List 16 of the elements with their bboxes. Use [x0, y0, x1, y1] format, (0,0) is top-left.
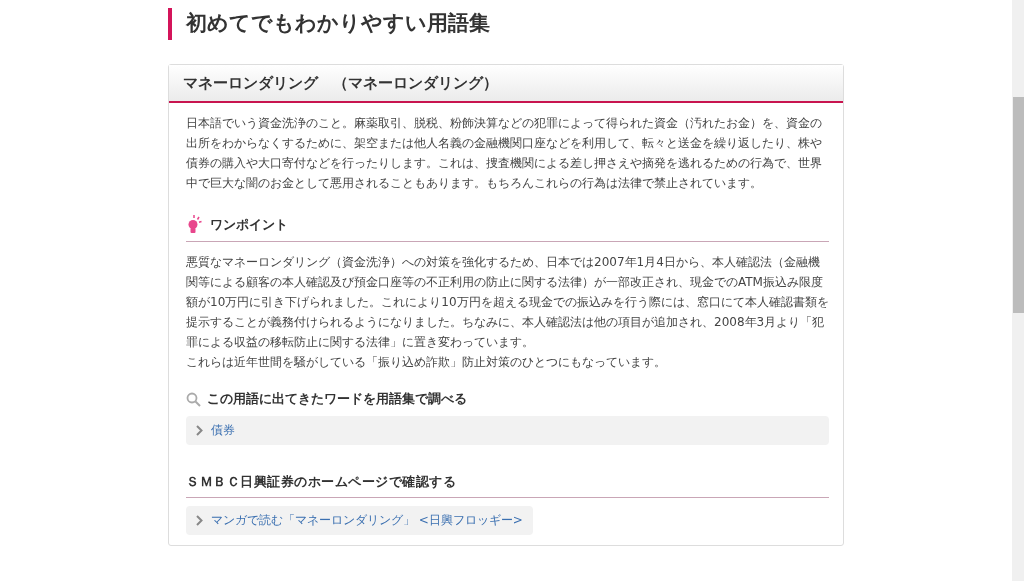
chevron-icon	[196, 425, 203, 436]
related-heading: この用語に出てきたワードを用語集で調べる	[207, 390, 467, 408]
one-point-heading: ワンポイント	[210, 216, 288, 234]
search-icon	[186, 391, 201, 407]
scrollbar-thumb[interactable]	[1013, 97, 1024, 313]
term-description: 日本語でいう資金洗浄のこと。麻薬取引、脱税、粉飾決算などの犯罪によって得られた資金（汚れたお金）を、資金の出所をわからなくするために、架空または他人名義の金融機関口座などを利用して、転々と送金を繰り返したり、株や債券の購入や大口寄付などを行ったりします。これは、捜査機関による差し押さえや摘発を逃れるための行為で、世界中で巨大な闇のお金として悪用されることもあります。もちろんこれらの行為は法律で禁止されています。	[186, 115, 823, 192]
lightbulb-icon	[186, 215, 202, 235]
related-link[interactable]: 債券	[211, 422, 235, 439]
chevron-icon	[196, 515, 203, 526]
smbc-heading: ＳＭＢＣ日興証券のホームページで確認する	[186, 473, 456, 491]
one-point-paragraph: これらは近年世間を騒がしている「振り込め詐欺」防止対策のひとつにもなっています。	[186, 354, 667, 371]
page-title: 初めてでもわかりやすい用語集	[168, 8, 844, 40]
one-point-paragraph: 悪質なマネーロンダリング（資金洗浄）への対策を強化するため、日本では2007年1月4日から、本人確認法（金融機関等による顧客の本人確認及び預金口座等の不正利用の防止に関する法律）が一部改正され、現金でのATM振込み限度額が10万円に引き下げられました。これにより10万円を超える現金での振込みを行う際には、窓口にて本人確認書類を提示することが義務付けられるようになりました。ちなみに、本人確認法は他の項目が追加され、2008年3月より「犯罪による収益の移転防止に関する法律」に置き変わっています。	[186, 254, 829, 351]
term-title: マネーロンダリング （マネーロンダリング）	[169, 65, 843, 103]
scrollbar[interactable]	[1012, 0, 1024, 581]
smbc-link[interactable]: マンガで読む「マネーロンダリング」 <日興フロッギー>	[211, 512, 523, 529]
